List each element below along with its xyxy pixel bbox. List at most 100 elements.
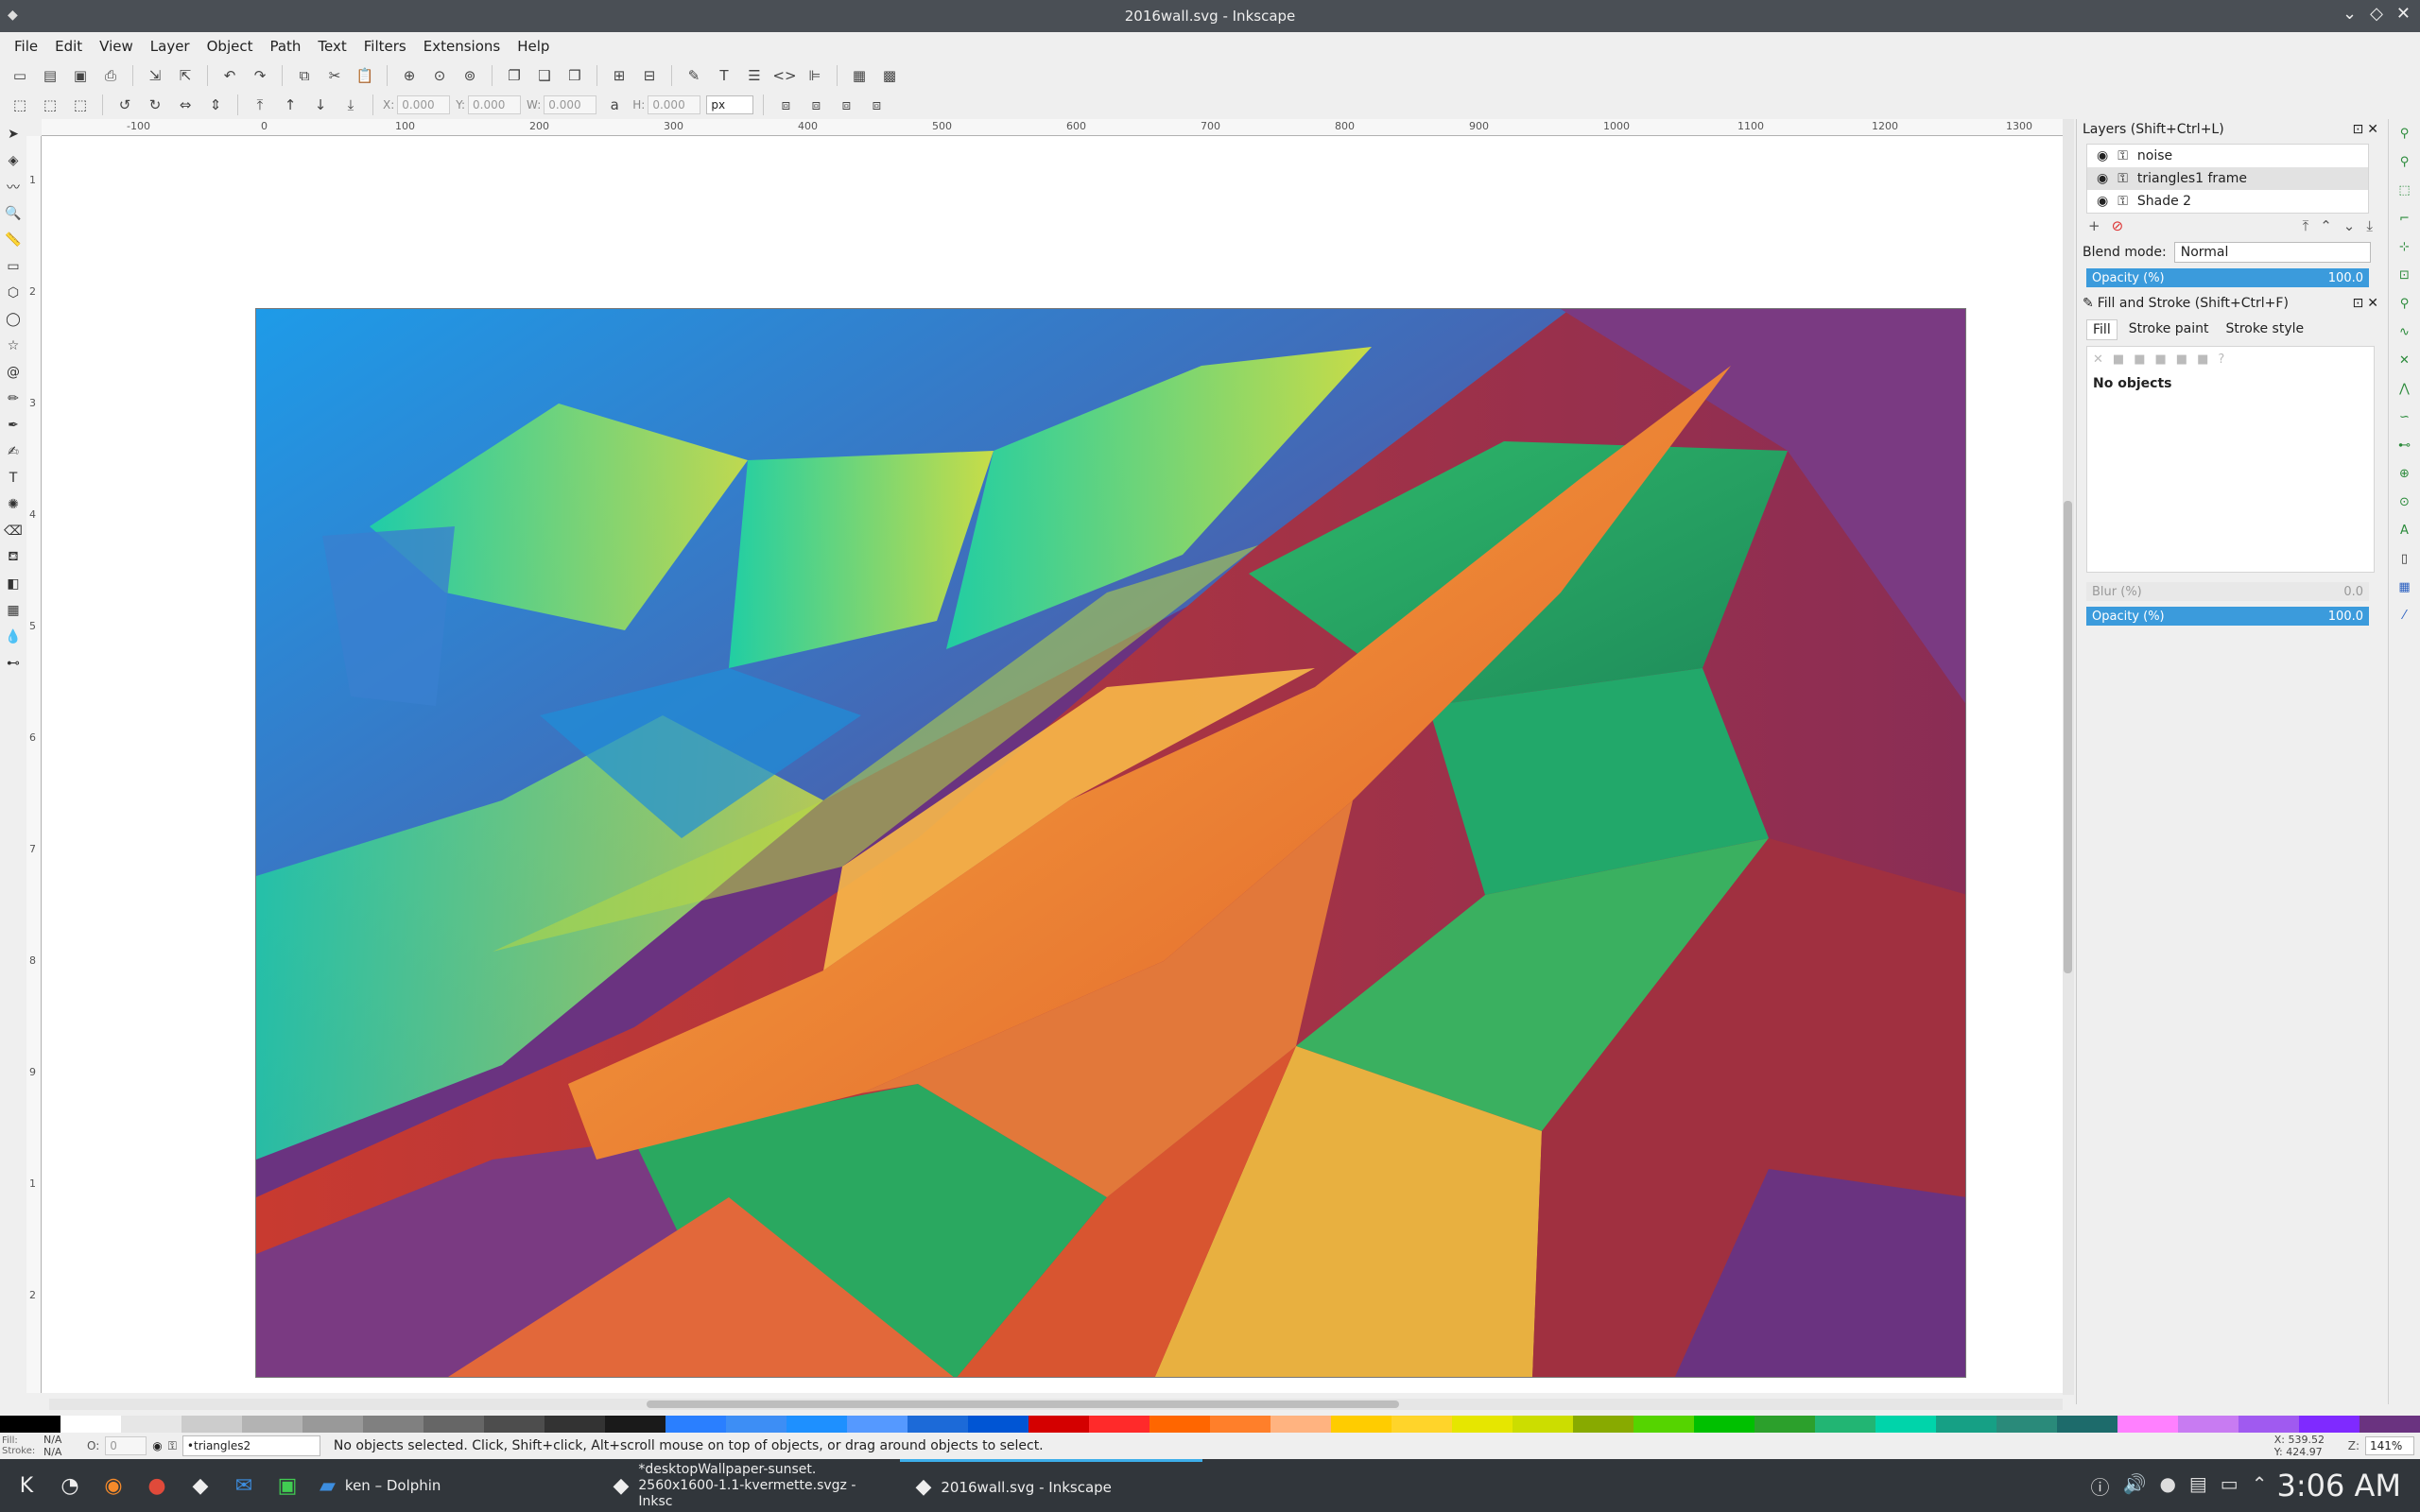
- lock-icon[interactable]: ⚿: [2118, 148, 2128, 163]
- task-inkscape-wallpaper[interactable]: ◆ *desktopWallpaper-sunset. 2560x1600-1.…: [597, 1459, 900, 1512]
- xml-editor-icon[interactable]: <>: [772, 63, 797, 88]
- panel-close-icon[interactable]: ✕: [2367, 296, 2378, 311]
- raise-layer-icon[interactable]: ⌃: [2320, 217, 2332, 234]
- storage-icon[interactable]: ▤: [2189, 1472, 2207, 1500]
- palette-swatch[interactable]: [1331, 1416, 1392, 1433]
- app-menu-icon[interactable]: ◆: [8, 8, 25, 25]
- menu-extensions[interactable]: Extensions: [415, 32, 509, 60]
- unset-paint-icon[interactable]: ?: [2218, 352, 2224, 367]
- object-opacity-slider[interactable]: Opacity (%) 100.0: [2086, 607, 2369, 626]
- no-paint-icon[interactable]: ✕: [2093, 352, 2103, 367]
- connector-tool-icon[interactable]: ⊷: [3, 652, 24, 675]
- pencil-tool-icon[interactable]: ✏: [3, 387, 24, 410]
- redo-icon[interactable]: ↷: [248, 63, 272, 88]
- palette-swatch[interactable]: [1512, 1416, 1573, 1433]
- menu-help[interactable]: Help: [509, 32, 558, 60]
- pattern-icon[interactable]: ■: [2176, 352, 2187, 367]
- select-all-layers-icon[interactable]: ⬚: [38, 93, 62, 117]
- paste-icon[interactable]: 📋: [353, 63, 377, 88]
- app-launcher-icon[interactable]: ◔: [53, 1469, 87, 1503]
- snap-bbox-edge-icon[interactable]: ⬚: [2394, 180, 2415, 200]
- zoom-selection-icon[interactable]: ⊕: [397, 63, 422, 88]
- panel-close-icon[interactable]: ✕: [2367, 122, 2378, 137]
- palette-swatch[interactable]: [1694, 1416, 1754, 1433]
- undo-icon[interactable]: ↶: [217, 63, 242, 88]
- palette-swatch[interactable]: [726, 1416, 786, 1433]
- snap-bbox-midpoint-icon[interactable]: ⊹: [2394, 236, 2415, 257]
- open-icon[interactable]: ▤: [38, 63, 62, 88]
- layer-row[interactable]: ◉ ⚿ triangles1 frame: [2087, 167, 2368, 190]
- raise-layer-top-icon[interactable]: ⤒: [2303, 217, 2309, 234]
- menu-edit[interactable]: Edit: [46, 32, 91, 60]
- snap-rotation-icon[interactable]: ⊙: [2394, 491, 2415, 512]
- blur-slider[interactable]: Blur (%) 0.0: [2086, 582, 2369, 601]
- star-tool-icon[interactable]: ☆: [3, 335, 24, 357]
- ungroup-icon[interactable]: ⊟: [637, 63, 662, 88]
- palette-swatch[interactable]: [968, 1416, 1028, 1433]
- linear-gradient-icon[interactable]: ■: [2134, 352, 2145, 367]
- opacity-o-input[interactable]: 0: [105, 1436, 147, 1455]
- lock-ratio-icon[interactable]: a: [602, 93, 627, 117]
- radial-gradient-icon[interactable]: ■: [2155, 352, 2167, 367]
- palette-swatch[interactable]: [666, 1416, 726, 1433]
- snap-intersection-icon[interactable]: ✕: [2394, 350, 2415, 370]
- palette-swatch[interactable]: [302, 1416, 363, 1433]
- palette-swatch[interactable]: [1150, 1416, 1210, 1433]
- zoom-input[interactable]: 141%: [2365, 1436, 2414, 1455]
- media-player-icon[interactable]: ●: [140, 1469, 174, 1503]
- lock-icon[interactable]: ⚿: [2118, 194, 2128, 209]
- align-distribute-icon[interactable]: ⊫: [803, 63, 827, 88]
- snap-cusp-icon[interactable]: ⋀: [2394, 378, 2415, 399]
- flat-color-icon[interactable]: ■: [2113, 352, 2124, 367]
- menu-file[interactable]: File: [6, 32, 46, 60]
- palette-swatch[interactable]: [2118, 1416, 2178, 1433]
- lower-icon[interactable]: ↓: [308, 93, 333, 117]
- task-inkscape-2016wall[interactable]: ◆ 2016wall.svg - Inkscape: [900, 1459, 1203, 1512]
- palette-swatch[interactable]: [847, 1416, 908, 1433]
- palette-swatch[interactable]: [2057, 1416, 2118, 1433]
- add-layer-icon[interactable]: +: [2088, 217, 2100, 234]
- snap-guide-icon[interactable]: ⁄: [2394, 605, 2415, 626]
- blend-mode-select[interactable]: Normal: [2173, 242, 2371, 263]
- palette-swatch[interactable]: [121, 1416, 182, 1433]
- gradient-tool-icon[interactable]: ◧: [3, 573, 24, 595]
- duplicate-icon[interactable]: ❐: [502, 63, 527, 88]
- snap-bbox-center-icon[interactable]: ⊡: [2394, 265, 2415, 285]
- visibility-eye-icon[interactable]: ◉: [2097, 171, 2108, 186]
- snap-enable-icon[interactable]: ⚲: [2394, 123, 2415, 144]
- 3dbox-tool-icon[interactable]: ⬡: [3, 282, 24, 304]
- snap-paths-icon[interactable]: ∿: [2394, 321, 2415, 342]
- w-input[interactable]: 0.000: [544, 95, 597, 114]
- volume-icon[interactable]: 🔊: [2123, 1472, 2147, 1500]
- rotate-cw-icon[interactable]: ↻: [143, 93, 167, 117]
- close-icon[interactable]: ✕: [2396, 4, 2411, 24]
- clipboard-icon[interactable]: ▭: [2221, 1472, 2238, 1500]
- zoom-drawing-icon[interactable]: ⊙: [427, 63, 452, 88]
- palette-swatch[interactable]: [242, 1416, 302, 1433]
- palette-swatch[interactable]: [1996, 1416, 2057, 1433]
- zoom-page-icon[interactable]: ⊚: [458, 63, 482, 88]
- mesh-tool-icon[interactable]: ▦: [3, 599, 24, 622]
- layers-icon[interactable]: ☰: [742, 63, 767, 88]
- visibility-eye-icon[interactable]: ◉: [2097, 148, 2108, 163]
- palette-swatch[interactable]: [363, 1416, 424, 1433]
- clock[interactable]: 3:06 AM: [2276, 1468, 2401, 1503]
- vertical-scroll-thumb[interactable]: [2064, 501, 2072, 973]
- tab-fill[interactable]: Fill: [2086, 319, 2118, 340]
- snap-bbox-corner-icon[interactable]: ⌐: [2394, 208, 2415, 229]
- menu-view[interactable]: View: [91, 32, 142, 60]
- palette-swatch[interactable]: [1452, 1416, 1512, 1433]
- layer-opacity-slider[interactable]: Opacity (%) 100.0: [2086, 268, 2369, 287]
- group-icon[interactable]: ⊞: [607, 63, 631, 88]
- palette-swatch[interactable]: [182, 1416, 242, 1433]
- menu-path[interactable]: Path: [261, 32, 309, 60]
- snap-nodes-icon[interactable]: ⚲: [2394, 293, 2415, 314]
- palette-swatch[interactable]: [484, 1416, 544, 1433]
- kde-launcher-icon[interactable]: K: [9, 1469, 43, 1503]
- qt-creator-icon[interactable]: ▣: [270, 1469, 304, 1503]
- export-icon[interactable]: ⇱: [173, 63, 198, 88]
- bucket-tool-icon[interactable]: ⛾: [3, 546, 24, 569]
- palette-swatch[interactable]: [1028, 1416, 1089, 1433]
- horizontal-scroll-thumb[interactable]: [647, 1400, 1399, 1408]
- transform-patterns-icon[interactable]: ⧈: [864, 93, 889, 117]
